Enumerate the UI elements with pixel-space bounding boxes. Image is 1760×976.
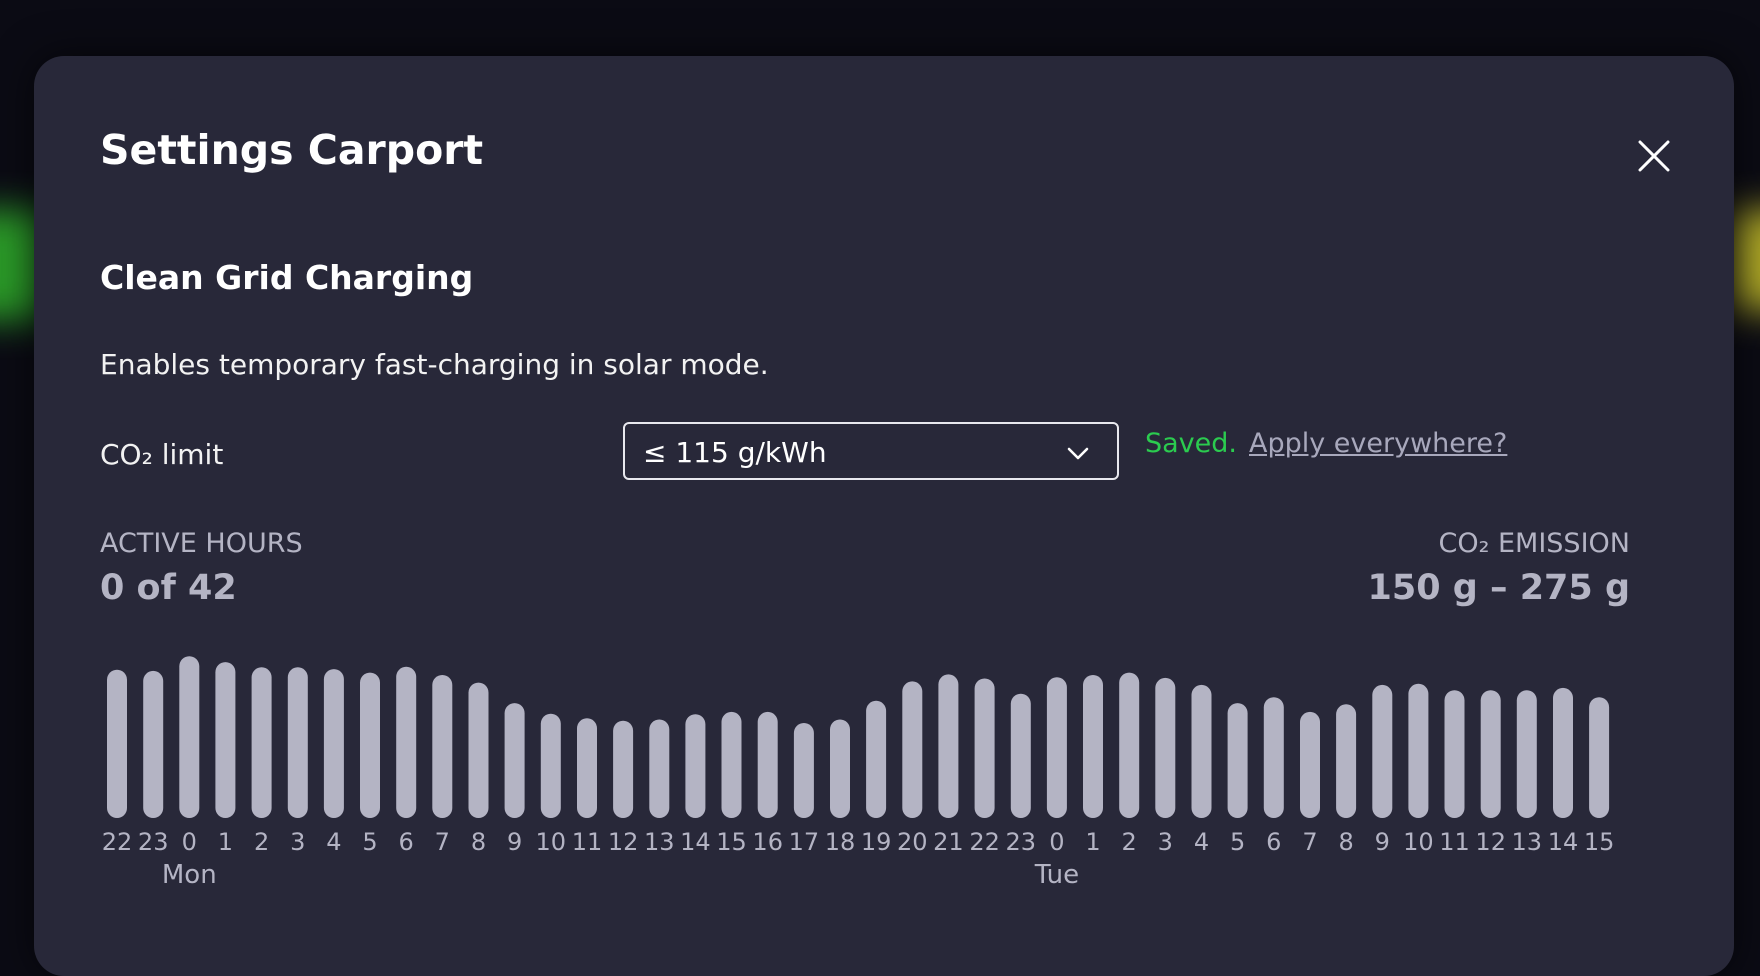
chart-hour-label: 15: [1584, 828, 1615, 856]
chart-hour-label: 2: [254, 828, 269, 856]
chart-bar-hour-13-15: [649, 719, 670, 818]
chart-hour-label: 8: [471, 828, 486, 856]
chart-hour-label: 10: [536, 828, 567, 856]
chart-bar-hour-23-1: [143, 670, 164, 818]
chart-hour-label: 0: [182, 828, 197, 856]
chart-hour-label: 9: [1375, 828, 1390, 856]
chart-bar-hour-2-28: [1119, 672, 1140, 818]
chart-bar-hour-0-26: [1046, 677, 1067, 818]
chart-bar-hour-1-3: [215, 662, 236, 818]
chart-bar-hour-12-14: [613, 720, 634, 818]
chart-hour-label: 7: [435, 828, 450, 856]
chart-bar-hour-3-29: [1155, 677, 1176, 818]
chart-hour-label: 19: [861, 828, 892, 856]
background-glow-right: [1730, 210, 1760, 310]
chart-bar-hour-15-41: [1589, 697, 1610, 818]
settings-modal: Settings Carport Clean Grid Charging Ena…: [34, 56, 1734, 976]
chart-hour-label: 6: [399, 828, 414, 856]
chart-bar-hour-19-21: [866, 700, 887, 818]
co2-emission-chart: 22 23 0 1 2 3 4 5 6 7 8 9 10 11 12 13 14 15 16 17 18 19 20 21 22…: [102, 656, 1615, 890]
chart-bar-hour-8-10: [468, 682, 489, 818]
chart-hour-label: 0: [1049, 828, 1064, 856]
chart-hour-label: 5: [362, 828, 377, 856]
chart-bar-hour-16-18: [757, 711, 778, 818]
chart-hour-label: 8: [1338, 828, 1353, 856]
chart-bar-hour-20-22: [902, 681, 923, 818]
chart-bar-hour-14-40: [1553, 687, 1573, 818]
chart-bar-hour-6-32: [1263, 697, 1284, 818]
chart-bar-hour-3-5: [287, 667, 308, 818]
chart-bar-hour-21-23: [938, 674, 959, 818]
chart-hour-label: 12: [608, 828, 639, 856]
chart-day-label-mon: Mon: [162, 860, 217, 890]
chart-bar-hour-11-37: [1444, 690, 1465, 818]
chart-hour-label: 11: [572, 828, 603, 856]
chart-bar-hour-10-36: [1408, 683, 1429, 818]
chart-hour-label: 9: [507, 828, 522, 856]
chart-hour-label: 3: [290, 828, 305, 856]
chart-hour-label: 23: [1006, 828, 1037, 856]
chart-hour-label: 16: [752, 828, 783, 856]
chart-hour-label: 1: [1085, 828, 1100, 856]
chart-hour-label: 2: [1122, 828, 1137, 856]
chart-hour-label: 18: [825, 828, 856, 856]
chart-hour-label: 3: [1158, 828, 1173, 856]
chart-hour-label: 21: [933, 828, 964, 856]
chart-bar-hour-10-12: [540, 713, 561, 818]
chart-hour-label: 11: [1439, 828, 1470, 856]
chart-hour-label: 22: [969, 828, 1000, 856]
chart-bar-hour-18-20: [830, 719, 850, 818]
chart-hour-label: 15: [716, 828, 747, 856]
chart-bar-hour-9-11: [504, 703, 525, 818]
chart-hour-label: 13: [1512, 828, 1543, 856]
chart-bar-hour-0-2: [179, 656, 200, 818]
chart-hour-label: 17: [789, 828, 820, 856]
chart-hour-label: 5: [1230, 828, 1245, 856]
chart-day-label-tue: Tue: [1034, 860, 1079, 890]
chart-bar-hour-14-16: [685, 714, 706, 818]
chart-bar-hour-12-38: [1480, 690, 1501, 818]
chart-bar-hour-7-33: [1300, 711, 1320, 818]
chart-hour-label: 4: [1194, 828, 1209, 856]
chart-bar-hour-15-17: [721, 711, 742, 818]
chart-bar-hour-17-19: [793, 723, 814, 818]
chart-bar-hour-13-39: [1516, 690, 1537, 818]
chart-bar-hour-7-9: [432, 675, 453, 818]
chart-bar-hour-22-0: [107, 669, 127, 818]
chart-hour-label: 22: [102, 828, 133, 856]
chart-hour-label: 12: [1475, 828, 1506, 856]
chart-bar-hour-22-24: [974, 678, 995, 818]
chart-bar-hour-23-25: [1010, 693, 1031, 818]
chart-bar-hour-1-27: [1083, 675, 1103, 818]
chart-hour-label: 23: [138, 828, 169, 856]
chart-hour-label: 10: [1403, 828, 1434, 856]
chart-bar-hour-5-7: [360, 672, 380, 818]
chart-bar-hour-4-6: [323, 669, 344, 818]
chart-hour-label: 13: [644, 828, 675, 856]
chart-bar-hour-8-34: [1336, 704, 1357, 818]
chart-hour-label: 14: [1548, 828, 1579, 856]
chart-hour-label: 14: [680, 828, 711, 856]
chart-hour-label: 4: [326, 828, 341, 856]
chart-hour-label: 6: [1266, 828, 1281, 856]
chart-bar-hour-9-35: [1372, 684, 1393, 818]
chart-hour-label: 1: [218, 828, 233, 856]
chart-bar-hour-11-13: [577, 718, 597, 818]
chart-bar-hour-6-8: [396, 666, 417, 818]
chart-hour-label: 7: [1302, 828, 1317, 856]
chart-bar-hour-4-30: [1191, 684, 1212, 818]
chart-hour-label: 20: [897, 828, 928, 856]
chart-bar-hour-5-31: [1227, 703, 1248, 818]
chart-bar-hour-2-4: [251, 667, 272, 818]
